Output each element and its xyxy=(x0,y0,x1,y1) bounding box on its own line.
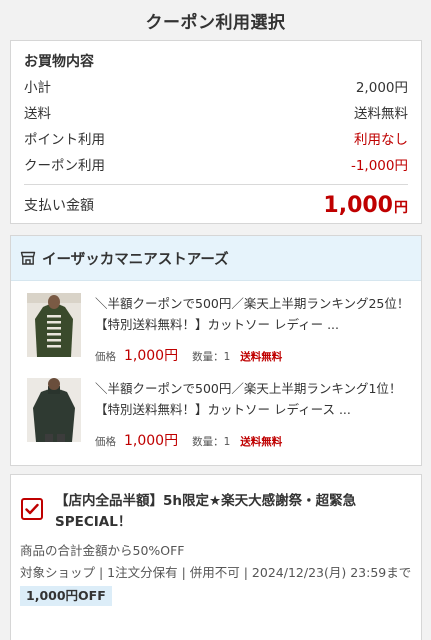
product-item[interactable]: ＼半額クーポンで500円／楽天上半期ランキング25位！【特別送料無料！】カットソ… xyxy=(26,293,411,371)
product-price-line: 価格 1,000円 数量：1 送料無料 xyxy=(95,430,282,450)
point-usage-value: 利用なし xyxy=(354,132,408,148)
coupon-usage-row: クーポン利用 -1,000円 xyxy=(24,151,408,177)
total-amount: 1,000円 xyxy=(323,193,408,218)
coupon-usage-label: クーポン利用 xyxy=(24,158,105,174)
coupon-option[interactable]: 【店内全品半額】5h限定★楽天大感謝祭・超緊急SPECIAL！ 商品の合計金額か… xyxy=(10,474,422,640)
product-price: 1,000円 xyxy=(124,348,179,364)
coupon-title: 【店内全品半額】5h限定★楽天大感謝祭・超緊急SPECIAL！ xyxy=(55,493,357,530)
product-quantity: 数量：1 xyxy=(192,351,231,363)
shop-section: イーザッカマニアストアーズ ＼半額クーポンで500円／楽天上半期ランキング25位… xyxy=(10,235,422,466)
subtotal-row: 小計 2,000円 xyxy=(24,73,408,99)
product-price-line: 価格 1,000円 数量：1 送料無料 xyxy=(95,345,282,365)
product-thumbnail[interactable] xyxy=(27,378,81,442)
price-label: 価格 xyxy=(95,436,116,448)
product-title[interactable]: ＼半額クーポンで500円／楽天上半期ランキング25位！【特別送料無料！】カットソ… xyxy=(95,293,411,335)
shipping-value: 送料無料 xyxy=(354,106,408,122)
checkmark-icon xyxy=(25,503,39,515)
subtotal-value: 2,000円 xyxy=(355,80,408,96)
free-shipping-label: 送料無料 xyxy=(240,436,283,448)
point-usage-row: ポイント利用 利用なし xyxy=(24,125,408,151)
total-row: 支払い金額 1,000円 xyxy=(24,185,408,225)
product-price: 1,000円 xyxy=(124,433,179,449)
page-title: クーポン利用選択 xyxy=(145,12,286,33)
coupon-conditions: 対象ショップ | 1注文分保有 | 併用不可 | 2024/12/23(月) 2… xyxy=(20,565,412,580)
total-amount-value: 1,000 xyxy=(323,192,393,218)
subtotal-label: 小計 xyxy=(24,80,51,96)
product-title[interactable]: ＼半額クーポンで500円／楽天上半期ランキング1位！【特別送料無料！】カットソー… xyxy=(95,378,411,420)
summary-heading: お買物内容 xyxy=(24,54,94,70)
product-item[interactable]: ＼半額クーポンで500円／楽天上半期ランキング1位！【特別送料無料！】カットソー… xyxy=(26,378,411,456)
shop-header[interactable]: イーザッカマニアストアーズ xyxy=(11,236,421,281)
product-thumbnail[interactable] xyxy=(27,293,81,357)
price-label: 価格 xyxy=(95,351,116,363)
shop-name: イーザッカマニアストアーズ xyxy=(42,251,229,268)
free-shipping-label: 送料無料 xyxy=(240,351,283,363)
shipping-row: 送料 送料無料 xyxy=(24,99,408,125)
order-summary: お買物内容 小計 2,000円 送料 送料無料 ポイント利用 利用なし クーポン… xyxy=(10,40,422,224)
coupon-checkbox[interactable] xyxy=(21,498,43,520)
coupon-description: 商品の合計金額から50%OFF xyxy=(20,543,185,558)
point-usage-label: ポイント利用 xyxy=(24,132,105,148)
product-quantity: 数量：1 xyxy=(192,436,231,448)
shop-icon xyxy=(20,250,36,266)
coupon-discount-badge: 1,000円OFF xyxy=(20,586,112,606)
shipping-label: 送料 xyxy=(24,106,51,122)
total-amount-unit: 円 xyxy=(394,199,408,216)
total-label: 支払い金額 xyxy=(24,198,94,214)
coupon-usage-value: -1,000円 xyxy=(350,158,408,174)
